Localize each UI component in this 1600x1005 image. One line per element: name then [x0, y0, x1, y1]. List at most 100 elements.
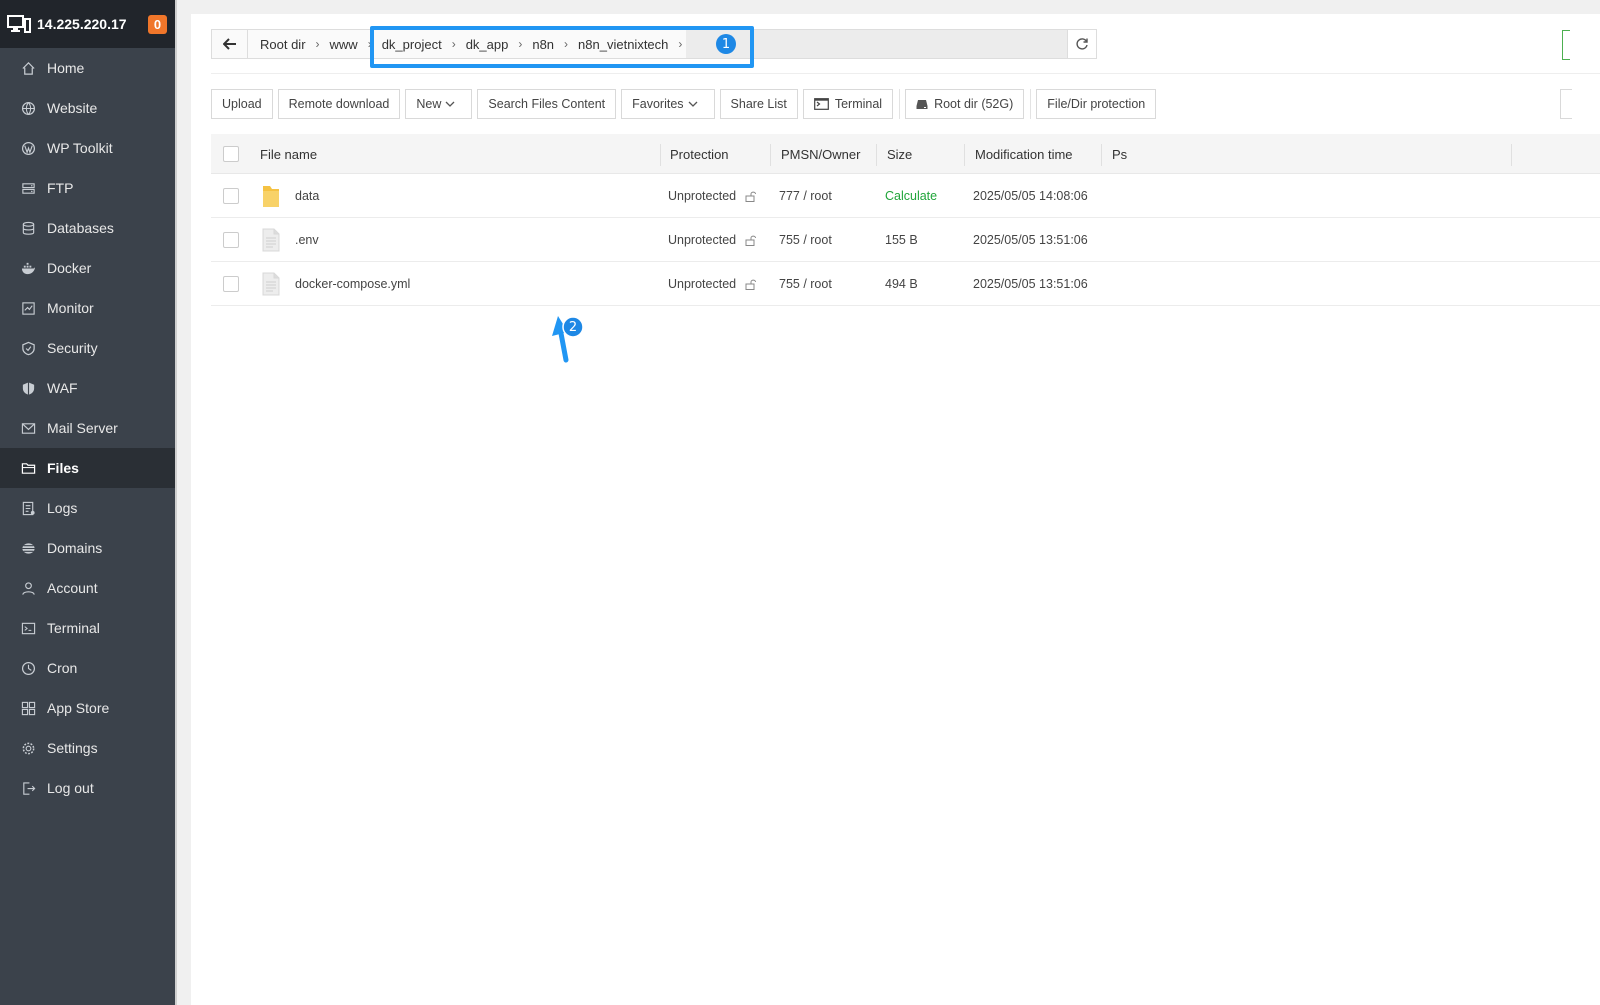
breadcrumb-item[interactable]: www — [324, 37, 364, 52]
modification-time: 2025/05/05 14:08:06 — [973, 189, 1088, 203]
sidebar-item-monitor[interactable]: Monitor — [0, 288, 175, 328]
unlock-icon[interactable] — [745, 235, 757, 246]
favorites-label: Favorites — [632, 97, 684, 111]
sidebar-item-log-out[interactable]: Log out — [0, 768, 175, 808]
sidebar-item-docker[interactable]: Docker — [0, 248, 175, 288]
green-button-edge[interactable] — [1562, 30, 1570, 60]
sidebar-item-settings[interactable]: Settings — [0, 728, 175, 768]
logs-icon — [20, 500, 36, 516]
globe-icon — [20, 100, 36, 116]
sidebar-item-mail-server[interactable]: Mail Server — [0, 408, 175, 448]
notification-badge[interactable]: 0 — [148, 14, 167, 34]
root-dir-label: Root dir (52G) — [934, 97, 1014, 111]
header-ps[interactable]: Ps — [1112, 134, 1127, 174]
sidebar-item-waf[interactable]: WAF — [0, 368, 175, 408]
new-label: New — [416, 97, 442, 111]
row-checkbox[interactable] — [223, 188, 239, 204]
sidebar-item-app-store[interactable]: App Store — [0, 688, 175, 728]
sidebar-item-website[interactable]: Website — [0, 88, 175, 128]
server-monitor-icon — [7, 15, 31, 33]
arrow-left-icon — [222, 38, 236, 50]
sidebar-item-label: Home — [47, 60, 85, 76]
search-files-content-button[interactable]: Search Files Content — [477, 89, 617, 119]
toolbar: Upload Remote download New Search Files … — [211, 89, 1161, 119]
sidebar-item-logs[interactable]: Logs — [0, 488, 175, 528]
favorites-dropdown-button[interactable]: Favorites — [621, 89, 715, 119]
sidebar-item-label: Databases — [47, 220, 114, 236]
protection-status: Unprotected — [668, 277, 737, 291]
chevron-down-icon — [445, 101, 455, 107]
back-button[interactable] — [212, 30, 248, 58]
pmsn-owner[interactable]: 777 / root — [779, 174, 832, 218]
monitor-icon — [20, 300, 36, 316]
terminal-icon — [813, 98, 829, 110]
waf-shield-icon — [20, 380, 36, 396]
file-type-icon — [261, 262, 281, 306]
sidebar-item-domains[interactable]: Domains — [0, 528, 175, 568]
remote-download-button[interactable]: Remote download — [277, 89, 401, 119]
refresh-button[interactable] — [1067, 29, 1097, 59]
file-size[interactable]: Calculate — [885, 174, 937, 218]
toolbar-right-button-edge[interactable] — [1560, 89, 1572, 119]
pmsn-owner[interactable]: 755 / root — [779, 262, 832, 306]
sidebar-item-wp-toolkit[interactable]: WP Toolkit — [0, 128, 175, 168]
file-name[interactable]: data — [295, 174, 319, 218]
row-checkbox[interactable] — [223, 276, 239, 292]
server-header: 14.225.220.17 0 — [0, 0, 175, 48]
sidebar-item-home[interactable]: Home — [0, 48, 175, 88]
file-name[interactable]: docker-compose.yml — [295, 262, 410, 306]
file-dir-protection-button[interactable]: File/Dir protection — [1036, 89, 1157, 119]
unlock-icon[interactable] — [745, 191, 757, 202]
header-pmsn-owner[interactable]: PMSN/Owner — [781, 134, 860, 174]
server-ip: 14.225.220.17 — [37, 16, 127, 32]
terminal-icon — [20, 620, 36, 636]
chevron-right-icon: › — [315, 37, 320, 51]
sidebar-item-terminal[interactable]: Terminal — [0, 608, 175, 648]
header-file-name[interactable]: File name — [260, 134, 317, 174]
terminal-button[interactable]: Terminal — [802, 89, 894, 119]
protection-status: Unprotected — [668, 233, 737, 247]
sidebar-item-label: Domains — [47, 540, 103, 556]
protection-cell[interactable]: Unprotected — [668, 174, 757, 218]
annotation-box-1 — [370, 26, 754, 68]
grid-icon — [20, 700, 36, 716]
table-row[interactable]: .env Unprotected 755 / root 155 B 2025/05/05… — [211, 218, 1600, 262]
sidebar-item-cron[interactable]: Cron — [0, 648, 175, 688]
header-protection[interactable]: Protection — [670, 134, 729, 174]
file-size: 494 B — [885, 277, 918, 291]
file-manager-panel: Root dir › www › dk_project › dk_app › n8n › n8n_v… — [191, 14, 1600, 1005]
header-size[interactable]: Size — [887, 134, 912, 174]
new-dropdown-button[interactable]: New — [405, 89, 473, 119]
upload-button[interactable]: Upload — [211, 89, 273, 119]
protection-cell[interactable]: Unprotected — [668, 218, 757, 262]
sidebar-item-label: Terminal — [47, 620, 100, 636]
modification-time: 2025/05/05 13:51:06 — [973, 277, 1088, 291]
protection-cell[interactable]: Unprotected — [668, 262, 757, 306]
share-list-button[interactable]: Share List — [719, 89, 798, 119]
sidebar-item-label: WP Toolkit — [47, 140, 113, 156]
sidebar-item-label: Website — [47, 100, 98, 116]
sidebar-item-label: Mail Server — [47, 420, 118, 436]
pmsn-owner[interactable]: 755 / root — [779, 218, 832, 262]
sidebar-item-files[interactable]: Files — [0, 448, 175, 488]
file-table: File name Protection PMSN/Owner Size Mod… — [211, 134, 1600, 306]
sidebar-item-databases[interactable]: Databases — [0, 208, 175, 248]
file-name[interactable]: .env — [295, 218, 319, 262]
sidebar-item-ftp[interactable]: FTP — [0, 168, 175, 208]
row-checkbox[interactable] — [223, 232, 239, 248]
annotation-badge-2: 2 — [568, 319, 578, 335]
table-row[interactable]: docker-compose.yml Unprotected 755 / root 4… — [211, 262, 1600, 306]
header-modification-time[interactable]: Modification time — [975, 134, 1073, 174]
sidebar-item-label: Monitor — [47, 300, 94, 316]
select-all-checkbox[interactable] — [223, 146, 239, 162]
gear-icon — [20, 740, 36, 756]
annotation-badge-1: 1 — [716, 34, 736, 54]
table-row[interactable]: data Unprotected 777 / root Calculate 2025/0… — [211, 174, 1600, 218]
sidebar-item-account[interactable]: Account — [0, 568, 175, 608]
unlock-icon[interactable] — [745, 279, 757, 290]
breadcrumb-item[interactable]: Root dir — [254, 37, 312, 52]
sidebar-item-label: App Store — [47, 700, 110, 716]
root-dir-disk-button[interactable]: Root dir (52G) — [905, 89, 1025, 119]
modification-time: 2025/05/05 13:51:06 — [973, 233, 1088, 247]
sidebar-item-security[interactable]: Security — [0, 328, 175, 368]
